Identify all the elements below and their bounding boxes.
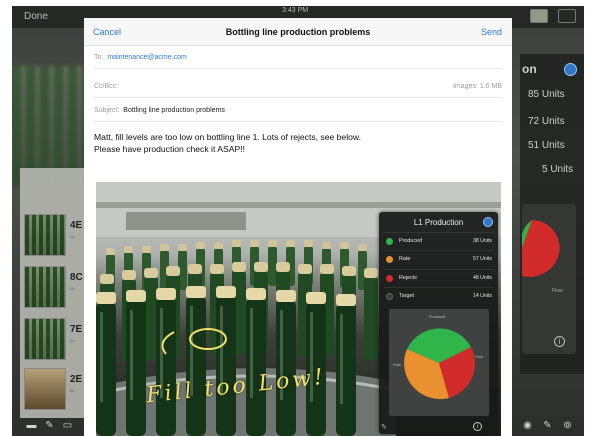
images-size-label[interactable]: Images: 1.6 MB [453,76,502,98]
message-body[interactable]: Matt, fill levels are too low on bottlin… [94,131,504,155]
list-item-number: 4E [70,220,83,231]
attached-photo[interactable]: Fill too Low! L1 Production Produced 38 … [96,182,501,436]
ccbcc-label: Cc/Bcc: [94,83,119,90]
side-units-panel: on 85 Units 72 Units 51 Units 5 Units Fl… [520,54,584,374]
message-line: Matt, fill levels are too low on bottlin… [94,132,362,142]
pen-icon[interactable]: ✎ [44,420,55,431]
export-icon[interactable] [558,9,576,23]
pen-icon[interactable]: ✎ [381,423,387,431]
send-button[interactable]: Send [481,27,502,37]
circle-icon[interactable]: ◉ [522,420,533,431]
side-unit-value: 85 Units [528,89,565,100]
metric-label: Target [399,293,414,299]
done-button[interactable]: Done [24,11,48,22]
info-icon[interactable]: i [473,422,482,431]
thumbnail [24,318,66,360]
to-value[interactable]: maintenance@acme.com [107,54,186,61]
side-unit-value: 72 Units [528,116,565,127]
metric-label: Produced [399,238,423,244]
compose-nav-bar: Cancel Bottling line production problems… [84,18,512,46]
subject-field[interactable]: Subject: Bottling line production problem… [94,100,502,122]
status-time: 3:43 PM [282,7,309,14]
metric-row: Target 14 Units [384,287,494,305]
info-icon[interactable] [564,63,577,76]
list-item-sub: Cr [70,234,75,239]
thumbnail [24,368,66,410]
side-panel-header: on [522,62,537,76]
side-unit-value: 51 Units [528,140,565,151]
legend-dot [386,293,393,300]
list-item-sub: Cr [70,338,75,343]
metric-value: 38 Units [472,238,492,244]
subject-label: Subject: [94,107,120,114]
metric-value: 48 Units [472,275,492,281]
message-line: Please have production check it ASAP!! [94,144,245,154]
list-item-number: 2E [70,374,83,385]
side-unit-value: 5 Units [542,164,574,175]
metric-row: Rate 57 Units [384,250,494,268]
legend-dot [386,256,393,263]
to-label: To: [94,54,104,61]
metric-row: Produced 38 Units [384,232,494,250]
l1-production-card: L1 Production Produced 38 Units Rate 57 … [379,212,498,434]
metric-row: Rejects 48 Units [384,269,494,287]
thumbnail [24,214,66,256]
pie-label-right: Flow [475,355,484,359]
list-item-sub: Cr [70,388,75,393]
metric-value: 14 Units [472,293,492,299]
side-flow-label: Flow [552,288,563,294]
pen-icon[interactable]: ✎ [542,420,553,431]
legend-dot [386,238,393,245]
metric-label: Rejects [399,275,417,281]
subject-value[interactable]: Bottling line production problems [123,107,225,114]
info-icon[interactable]: i [554,336,565,347]
compose-sheet: Cancel Bottling line production problems… [84,18,512,436]
legend-dot [386,275,393,282]
pie-label-left: Rate [393,363,402,367]
side-pie-chart: Flow i [522,204,576,354]
ccbcc-field[interactable]: Cc/Bcc: Images: 1.6 MB [94,76,502,98]
metric-label: Rate [399,256,411,262]
metric-value: 57 Units [472,256,492,262]
info-icon[interactable] [483,217,493,227]
list-item-sub: Cr [70,286,75,291]
compose-icon[interactable]: ▭ [62,420,73,431]
to-field[interactable]: To: maintenance@acme.com [94,47,502,69]
list-item-number: 7E [70,324,83,335]
list-item-number: 8C [70,272,83,283]
share-icon[interactable] [530,9,548,23]
pie-label-top: Produced [429,315,446,319]
trash-icon[interactable]: ▬ [26,420,37,431]
settings-icon[interactable]: ⊚ [562,420,573,431]
production-pie-chart: Produced Rate Flow [389,309,489,416]
thumbnail [24,266,66,308]
card-title: L1 Production [413,218,464,227]
compose-title: Bottling line production problems [225,27,371,37]
